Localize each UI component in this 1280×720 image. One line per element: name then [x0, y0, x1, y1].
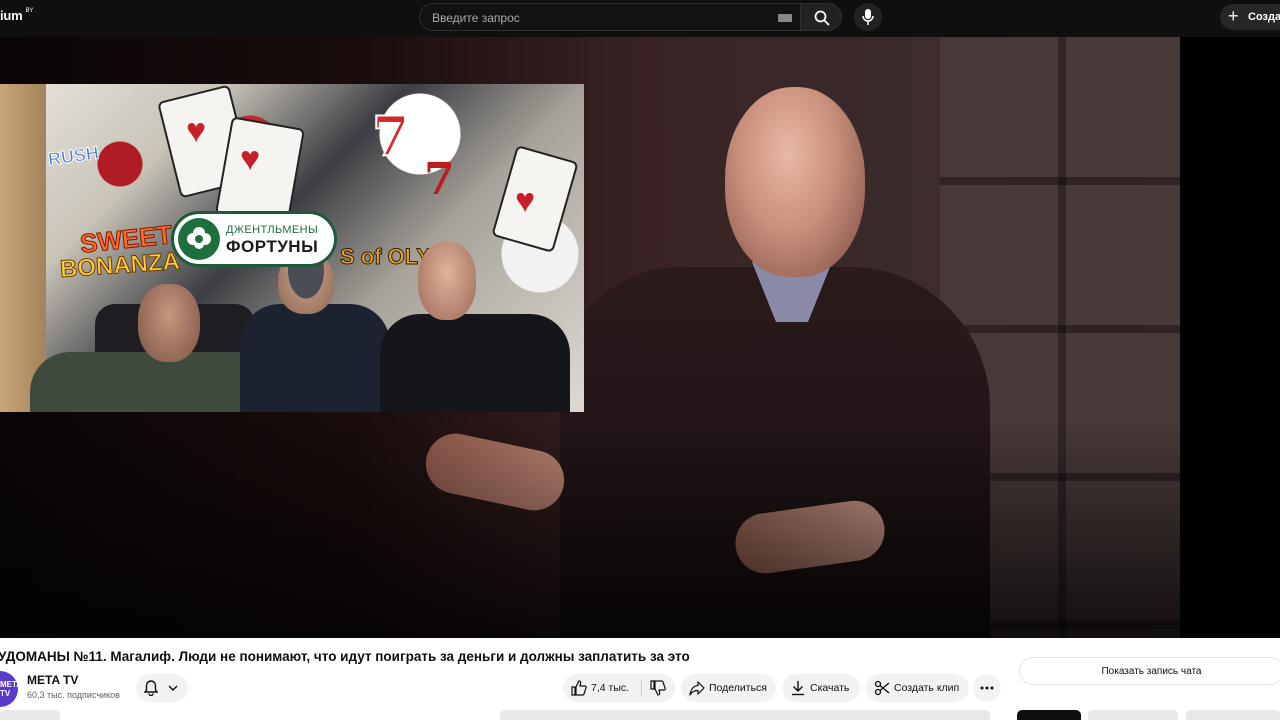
search-box	[419, 3, 800, 31]
inset-art-bonanza: BONANZA	[59, 247, 182, 284]
badge-line2: ФОРТУНЫ	[226, 237, 319, 256]
interviewee-head	[725, 87, 865, 277]
person-head	[138, 284, 200, 362]
video-title: УДОМАНЫ №11. Магалиф. Люди не понимают, …	[0, 649, 690, 664]
more-actions-button[interactable]	[973, 674, 1001, 702]
notifications-button[interactable]	[136, 674, 188, 702]
thumbs-up-icon	[571, 680, 587, 696]
video-frame: ♥ ♥ ♥ 7 7 RUSH SWEET BONANZA S of OLYM Д…	[0, 37, 1180, 638]
bell-icon	[144, 680, 158, 696]
voice-search-button[interactable]	[854, 3, 882, 31]
heart-icon: ♥	[240, 140, 261, 178]
person-body	[380, 314, 570, 412]
channel-avatar[interactable]: META TV	[0, 671, 22, 707]
search-input[interactable]	[432, 10, 772, 26]
chips-row	[0, 710, 1280, 720]
more-horizontal-icon	[980, 686, 994, 690]
person-head	[418, 242, 476, 320]
search-icon	[814, 10, 830, 26]
subscriber-count: 60,3 тыс. подписчиков	[27, 690, 120, 700]
dislike-button[interactable]	[642, 674, 675, 702]
download-button[interactable]: Скачать	[782, 674, 860, 702]
share-button[interactable]: Поделиться	[681, 674, 776, 702]
like-button[interactable]: 7,4 тыс.	[563, 674, 641, 702]
inset-video: ♥ ♥ ♥ 7 7 RUSH SWEET BONANZA S of OLYM Д…	[0, 84, 584, 412]
floor-shadow	[0, 417, 1180, 638]
inset-art-seven: 7	[371, 103, 411, 169]
thumbs-down-icon	[650, 680, 666, 696]
video-player[interactable]: ♥ ♥ ♥ 7 7 RUSH SWEET BONANZA S of OLYM Д…	[0, 37, 1280, 638]
chip[interactable]	[0, 710, 60, 720]
download-icon	[792, 681, 804, 696]
show-chat-replay-button[interactable]: Показать запись чата	[1019, 657, 1280, 685]
chip[interactable]	[1088, 710, 1178, 720]
top-bar: iumBY + Создать	[0, 0, 1280, 37]
create-clip-button[interactable]: Создать клип	[866, 674, 969, 702]
plus-icon: +	[1228, 6, 1239, 26]
keyboard-icon[interactable]	[778, 14, 792, 22]
search-button[interactable]	[800, 3, 842, 31]
logo[interactable]: ium BY	[0, 8, 33, 23]
like-count: 7,4 тыс.	[591, 682, 630, 694]
heart-icon: ♥	[515, 182, 536, 220]
microphone-icon	[862, 9, 874, 25]
clover-icon	[178, 218, 220, 260]
person-body	[240, 304, 390, 412]
scissors-icon	[874, 680, 890, 696]
share-icon	[689, 681, 705, 696]
show-logo-badge: ДЖЕНТЛЬМЕНЫ ФОРТУНЫ	[174, 214, 334, 264]
inset-wall	[0, 84, 46, 412]
inset-art-seven: 7	[424, 154, 455, 205]
chip[interactable]	[1017, 710, 1081, 720]
channel-name[interactable]: META TV	[27, 673, 78, 687]
chip[interactable]	[1186, 710, 1280, 720]
create-button[interactable]: + Создать	[1220, 4, 1280, 30]
like-dislike-group: 7,4 тыс.	[563, 674, 675, 702]
heart-icon: ♥	[186, 112, 207, 150]
chip[interactable]	[500, 710, 990, 720]
badge-line1: ДЖЕНТЛЬМЕНЫ	[226, 224, 319, 236]
chevron-down-icon	[168, 685, 178, 692]
inset-art-rush: RUSH	[46, 142, 101, 170]
